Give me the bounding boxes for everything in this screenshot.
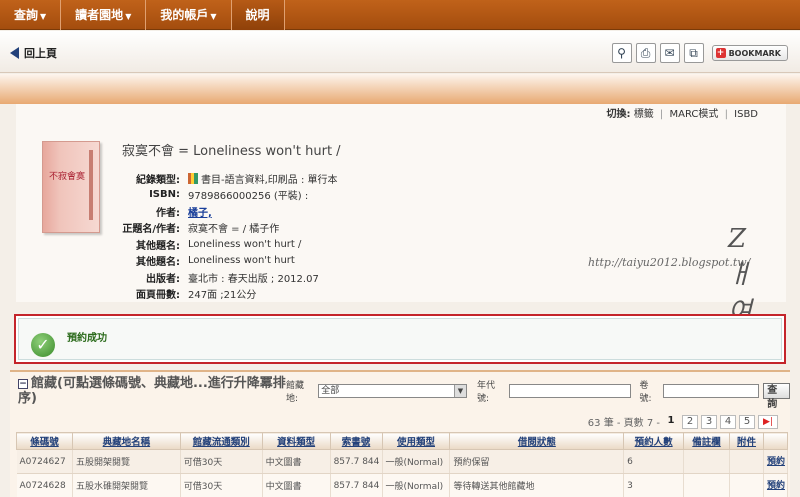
- view-switch: 切換: 標籤 | MARC模式 | ISBD: [606, 109, 758, 120]
- year-input[interactable]: [509, 384, 632, 398]
- success-text: 預約成功: [67, 333, 107, 344]
- col-usage[interactable]: 使用類型: [381, 432, 451, 450]
- col-type[interactable]: 資料類型: [261, 432, 331, 450]
- field-pages: 面頁冊數: 247面 ;21公分: [136, 290, 257, 302]
- user-search-icon[interactable]: ⚲: [611, 43, 632, 63]
- page-3[interactable]: 3: [701, 414, 717, 429]
- header-band: [0, 74, 800, 104]
- top-navigation: 查詢 ▼ 讀者園地 ▼ 我的帳戶 ▼ 說明: [0, 0, 800, 30]
- chevron-down-icon: ▼: [210, 12, 217, 21]
- author-link[interactable]: 橘子,: [188, 204, 212, 219]
- page-2[interactable]: 2: [682, 414, 698, 429]
- volume-input[interactable]: [663, 384, 760, 398]
- last-page-icon[interactable]: ▶|: [758, 414, 778, 429]
- switch-tags[interactable]: 標籤: [634, 109, 654, 120]
- location-select[interactable]: 全部 ▼: [318, 384, 467, 398]
- table-row: A0724627 五股開架閱覽 可借30天 中文圖書 857.7 844 一般(…: [16, 449, 789, 474]
- chevron-down-icon: ▼: [453, 385, 466, 397]
- col-status[interactable]: 借閱狀態: [449, 432, 625, 450]
- field-author: 作者: 橘子,: [112, 203, 338, 220]
- col-circulation[interactable]: 館藏流通類別: [179, 432, 263, 450]
- holdings-filters: 館藏地: 全部 ▼ 年代號: 卷號: 查詢: [286, 378, 791, 410]
- bookmark-button[interactable]: + BOOKMARK: [711, 45, 788, 61]
- record-title: 寂寞不會 = Loneliness won't hurt /: [122, 144, 341, 159]
- email-icon[interactable]: ✉: [659, 43, 680, 63]
- table-row: A0724628 五股水碓開架閱覽 可借30天 中文圖書 857.7 844 一…: [16, 473, 789, 497]
- col-call-number[interactable]: 索書號: [329, 432, 383, 450]
- collapse-icon[interactable]: −: [18, 379, 28, 389]
- book-icon: [188, 172, 198, 184]
- page-1[interactable]: 1: [663, 415, 679, 429]
- page-5[interactable]: 5: [739, 414, 755, 429]
- switch-marc[interactable]: MARC模式: [669, 109, 718, 120]
- record-fields: 紀錄類型: 書目-語言資料,印刷品 : 單行本 ISBN: 978986600025…: [112, 170, 338, 302]
- field-record-type: 紀錄類型: 書目-語言資料,印刷品 : 單行本: [136, 172, 338, 186]
- check-icon: ✓: [31, 333, 55, 357]
- record-panel: 切換: 標籤 | MARC模式 | ISBD 不寂會寞 寂寞不會 = Lonel…: [16, 104, 786, 302]
- toolbar: 回上頁 ⚲ ⎙ ✉ ⧉ + BOOKMARK: [0, 31, 800, 73]
- field-isbn: ISBN: 9789866000256 (平裝) :: [149, 189, 309, 203]
- back-button[interactable]: 回上頁: [10, 45, 57, 61]
- col-action: [762, 432, 789, 450]
- col-location[interactable]: 典藏地名稱: [71, 432, 181, 450]
- book-cover: 不寂會寞: [42, 141, 100, 233]
- page-4[interactable]: 4: [720, 414, 736, 429]
- search-button[interactable]: 查詢: [763, 383, 791, 410]
- back-arrow-icon: [10, 47, 19, 59]
- success-message-box: ✓ 預約成功: [14, 314, 786, 364]
- col-notes[interactable]: 備註欄: [683, 432, 730, 450]
- watermark: Zㅐ여 http://taiyu2012.blogspot.tw/: [588, 224, 752, 327]
- pagination: 63 筆 - 頁數 7 - 1 2 3 4 5 ▶|: [588, 414, 778, 429]
- field-other-title: 其他題名: Loneliness won't hurt: [136, 255, 295, 269]
- field-other-title: 其他題名: Loneliness won't hurt /: [136, 238, 302, 252]
- nav-search[interactable]: 查詢 ▼: [0, 0, 62, 30]
- field-title-author: 正題名/作者: 寂寞不會 = / 橘子作: [122, 224, 280, 236]
- field-publisher: 出版者: 臺北市 : 春天出版 ; 2012.07: [146, 273, 319, 285]
- col-barcode[interactable]: 條碼號: [16, 432, 73, 450]
- export-icon[interactable]: ⧉: [683, 43, 704, 63]
- col-attachment[interactable]: 附件: [729, 432, 764, 450]
- nav-my-account[interactable]: 我的帳戶 ▼: [146, 0, 232, 30]
- holdings-heading[interactable]: − 館藏(可點選條碼號、典藏地...進行升降冪排序): [18, 376, 288, 406]
- reserve-link[interactable]: 預約: [767, 481, 785, 491]
- holdings-table: 條碼號 典藏地名稱 館藏流通類別 資料類型 索書號 使用類型 借閱狀態 預約人數…: [16, 432, 789, 497]
- chevron-down-icon: ▼: [40, 12, 47, 21]
- col-reservations[interactable]: 預約人數: [623, 432, 685, 450]
- reserve-link[interactable]: 預約: [767, 457, 785, 467]
- print-icon[interactable]: ⎙: [635, 43, 656, 63]
- switch-isbd[interactable]: ISBD: [734, 109, 758, 120]
- nav-help[interactable]: 說明: [231, 0, 285, 30]
- holdings-section: − 館藏(可點選條碼號、典藏地...進行升降冪排序) 館藏地: 全部 ▼ 年代號: …: [10, 370, 791, 497]
- plus-icon: +: [715, 48, 726, 58]
- nav-reader-area[interactable]: 讀者園地 ▼: [61, 0, 147, 30]
- chevron-down-icon: ▼: [125, 12, 132, 21]
